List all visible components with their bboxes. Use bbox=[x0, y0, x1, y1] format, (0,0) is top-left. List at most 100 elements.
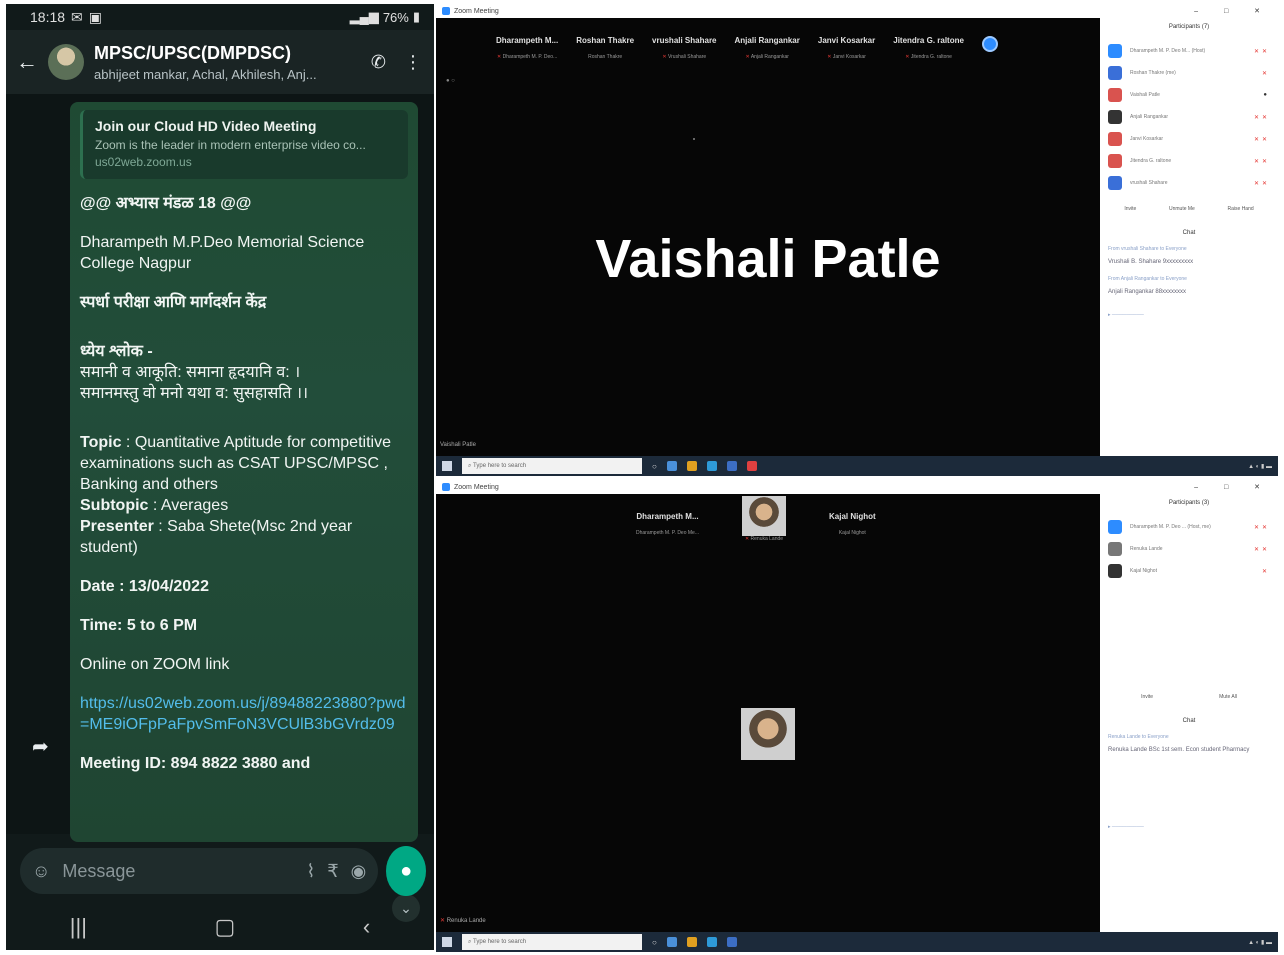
participant-avatar bbox=[1108, 88, 1122, 102]
group-info[interactable]: MPSC/UPSC(DMPDSC) abhijeet mankar, Achal… bbox=[94, 43, 353, 82]
chat-message: Renuka Lande BSc 1st sem. Econ student P… bbox=[1108, 747, 1250, 753]
mute-all-button[interactable]: Mute All bbox=[1219, 694, 1237, 700]
participant-row[interactable]: Roshan Thakre (me) ✕ bbox=[1108, 62, 1270, 84]
participant-row[interactable]: Renuka Lande ✕✕ bbox=[1108, 538, 1270, 560]
recent-apps-icon[interactable]: ||| bbox=[70, 914, 87, 940]
chat-title: Chat bbox=[1182, 718, 1196, 724]
status-bar: 18:18 ✉ ▣ ▂▄▆ 76% ▮ bbox=[6, 4, 434, 30]
battery-icon: ▮ bbox=[412, 9, 420, 24]
zoom-window-title: Zoom Meeting bbox=[454, 7, 499, 15]
invite-button[interactable]: Invite bbox=[1124, 206, 1136, 212]
participant-row[interactable]: Vaishali Patle ● bbox=[1108, 84, 1270, 106]
window-controls[interactable]: – □ ✕ bbox=[1194, 483, 1272, 491]
chat-input[interactable]: ▸ ───────── bbox=[1108, 312, 1270, 318]
signal-icon: ▂▄▆ bbox=[349, 9, 379, 24]
add-call-icon[interactable]: ✆ bbox=[371, 52, 386, 73]
emoji-icon[interactable]: ☺ bbox=[32, 861, 50, 882]
taskbar-app-icon[interactable] bbox=[726, 461, 737, 471]
mic-video-off-icon: ✕✕ bbox=[1253, 48, 1270, 55]
taskbar-app-icon[interactable] bbox=[666, 461, 677, 471]
link-preview-description: Zoom is the leader in modern enterprise … bbox=[95, 138, 366, 152]
chat-body[interactable]: ➦ Join our Cloud HD Video Meeting Zoom i… bbox=[6, 94, 434, 922]
video-name-label: ✕ Renuka Lande bbox=[440, 918, 486, 924]
participants-panel: Participants (7) Dharampeth M. P. Deo M.… bbox=[1100, 18, 1278, 456]
chat-sender: Renuka Lande to Everyone bbox=[1108, 734, 1169, 740]
payment-icon[interactable]: ₹ bbox=[327, 861, 338, 882]
participant-avatar bbox=[1108, 564, 1122, 578]
zoom-meeting-link[interactable]: https://us02web.zoom.us/j/89488223880?pw… bbox=[80, 693, 408, 735]
window-controls[interactable]: – □ ✕ bbox=[1194, 7, 1272, 15]
back-arrow-icon[interactable]: ← bbox=[16, 49, 44, 75]
participant-row[interactable]: Janvi Kosarkar ✕✕ bbox=[1108, 128, 1270, 150]
windows-taskbar: ⌕ Type here to search ○ ▲ ◐ ▮ ▬ bbox=[436, 932, 1278, 952]
taskbar-app-icon[interactable] bbox=[726, 937, 737, 947]
strip-tile[interactable]: Anjali Rangankar ✕ Anjali Rangankar bbox=[735, 36, 800, 60]
windows-taskbar: ⌕ Type here to search ○ ▲ ◐ ▮ ▬ bbox=[436, 456, 1278, 476]
strip-tile[interactable]: Dharampeth M... ✕ Dharampeth M. P. Deo... bbox=[496, 36, 558, 60]
mic-video-off-icon: ✕✕ bbox=[1253, 158, 1270, 165]
taskbar-app-icon[interactable] bbox=[686, 937, 697, 947]
strip-tile[interactable]: ✕ Renuka Lande bbox=[739, 496, 789, 542]
forward-icon[interactable]: ➦ bbox=[32, 734, 49, 759]
task-view-icon[interactable]: ○ bbox=[652, 462, 657, 471]
chat-input[interactable]: ▸ ───────── bbox=[1108, 824, 1270, 830]
participant-row[interactable]: Dharampeth M. P. Deo ... (Host, me) ✕✕ bbox=[1108, 516, 1270, 538]
android-nav-bar: ||| ▢ ‹ bbox=[6, 904, 434, 950]
topic-label: Topic bbox=[80, 434, 122, 451]
participant-row[interactable]: Kajal Nighot ✕ bbox=[1108, 560, 1270, 582]
message-date: Date : 13/04/2022 bbox=[80, 578, 209, 595]
taskbar-search[interactable]: ⌕ Type here to search bbox=[462, 458, 642, 474]
start-icon[interactable] bbox=[442, 937, 452, 947]
zoom-window-title: Zoom Meeting bbox=[454, 483, 499, 491]
invite-button[interactable]: Invite bbox=[1141, 694, 1153, 700]
topic-value: : Quantitative Aptitude for competitive … bbox=[80, 434, 391, 493]
system-tray[interactable]: ▲ ◐ ▮ ▬ bbox=[1248, 463, 1272, 470]
participant-row[interactable]: vrushali Shahare ✕✕ bbox=[1108, 172, 1270, 194]
mic-off-icon: ✕ bbox=[440, 918, 446, 924]
mic-icon: ● bbox=[400, 859, 413, 882]
task-view-icon[interactable]: ○ bbox=[652, 938, 657, 947]
strip-tile[interactable]: Jitendra G. raltone ✕ Jitendra G. raltone bbox=[893, 36, 964, 60]
system-tray[interactable]: ▲ ◐ ▮ ▬ bbox=[1248, 939, 1272, 946]
taskbar-app-icon[interactable] bbox=[706, 937, 717, 947]
participant-row[interactable]: Jitendra G. raltone ✕✕ bbox=[1108, 150, 1270, 172]
taskbar-app-icon[interactable] bbox=[666, 937, 677, 947]
message-bubble[interactable]: Join our Cloud HD Video Meeting Zoom is … bbox=[70, 102, 418, 842]
attach-icon[interactable]: ⌇ bbox=[306, 861, 315, 882]
participant-row[interactable]: Anjali Rangankar ✕✕ bbox=[1108, 106, 1270, 128]
group-members: abhijeet mankar, Achal, Akhilesh, Anj... bbox=[94, 66, 317, 82]
gmail-icon: ✉ bbox=[71, 8, 83, 25]
mic-button[interactable]: ● bbox=[386, 846, 426, 896]
message-input[interactable] bbox=[62, 860, 295, 882]
strip-tile[interactable]: Roshan Thakre Roshan Thakre bbox=[576, 36, 634, 60]
taskbar-search[interactable]: ⌕ Type here to search bbox=[462, 934, 642, 950]
start-icon[interactable] bbox=[442, 461, 452, 471]
zoom-window-bottom: Zoom Meeting – □ ✕ Dharampeth M... Dharam… bbox=[436, 480, 1278, 952]
raise-hand-button[interactable]: Raise Hand bbox=[1228, 206, 1254, 212]
mic-video-off-icon: ✕✕ bbox=[1253, 546, 1270, 553]
chat-header: ← MPSC/UPSC(DMPDSC) abhijeet mankar, Ach… bbox=[6, 30, 434, 94]
taskbar-app-icon[interactable] bbox=[746, 461, 757, 471]
link-preview[interactable]: Join our Cloud HD Video Meeting Zoom is … bbox=[80, 110, 408, 179]
strip-tile[interactable]: Dharampeth M... Dharampeth M. P. Deo Me..… bbox=[636, 512, 699, 542]
back-nav-icon[interactable]: ‹ bbox=[363, 914, 370, 940]
battery-level: 76% bbox=[382, 9, 409, 25]
participant-row[interactable]: Dharampeth M. P. Deo M... (Host) ✕✕ bbox=[1108, 40, 1270, 62]
more-options-icon[interactable]: ⋮ bbox=[404, 52, 422, 73]
strip-tile[interactable]: vrushali Shahare ✕ Vrushali Shahare bbox=[652, 36, 716, 60]
unmute-button[interactable]: Unmute Me bbox=[1169, 206, 1195, 212]
camera-icon[interactable]: ◉ bbox=[351, 861, 367, 882]
strip-tile[interactable]: Janvi Kosarkar ✕ Janvi Kosarkar bbox=[818, 36, 875, 60]
message-college: Dharampeth M.P.Deo Memorial Science Coll… bbox=[80, 234, 365, 272]
strip-tile[interactable]: Kajal Nighot Kajal Nighot bbox=[829, 512, 876, 542]
status-time: 18:18 bbox=[30, 9, 66, 25]
group-avatar[interactable] bbox=[48, 44, 84, 80]
mic-video-off-icon: ✕ bbox=[1261, 568, 1270, 575]
chat-message: Vrushali B. Shahare 9xxxxxxxxx bbox=[1108, 259, 1194, 265]
participants-title: Participants (3) bbox=[1168, 500, 1210, 506]
taskbar-app-icon[interactable] bbox=[686, 461, 697, 471]
taskbar-app-icon[interactable] bbox=[706, 461, 717, 471]
strip-next-icon[interactable] bbox=[981, 36, 998, 52]
mic-video-off-icon: ✕✕ bbox=[1253, 114, 1270, 121]
home-icon[interactable]: ▢ bbox=[215, 914, 236, 940]
